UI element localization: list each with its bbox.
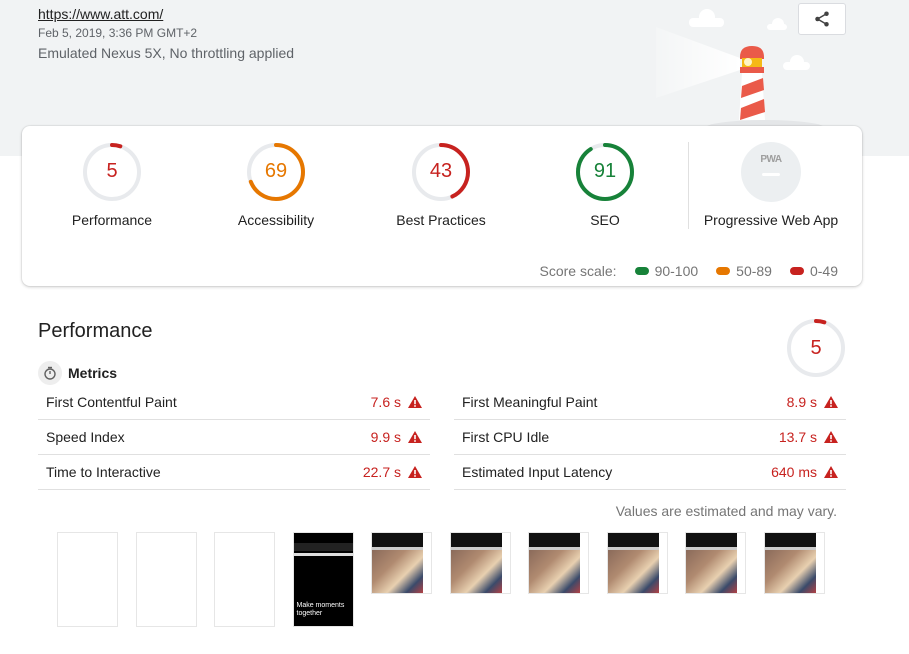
warning-triangle-icon — [408, 396, 422, 408]
gauge-seo[interactable]: 91 SEO — [530, 142, 680, 228]
warning-triangle-icon — [824, 466, 838, 478]
pass-dot-icon — [634, 267, 649, 275]
gauge-best-practices[interactable]: 43 Best Practices — [366, 142, 516, 228]
metric-row: Estimated Input Latency 640 ms — [454, 455, 846, 490]
scale-item-average: 50-89 — [716, 263, 772, 279]
gauge-label: Best Practices — [396, 212, 486, 228]
values-estimated-note: Values are estimated and may vary. — [615, 503, 837, 519]
metric-row: First CPU Idle 13.7 s — [454, 420, 846, 455]
metric-value: 640 ms — [771, 464, 817, 480]
gauge-label: Progressive Web App — [703, 212, 839, 228]
metric-value: 13.7 s — [778, 429, 817, 445]
metrics-header: Metrics — [38, 361, 117, 385]
lamp — [744, 58, 752, 66]
filmstrip-frame — [763, 532, 825, 594]
cloud-icon — [767, 18, 787, 30]
score-scale-legend: Score scale: 90-100 50-89 0-49 — [540, 263, 838, 279]
filmstrip-frame: Make moments together — [292, 532, 354, 627]
scale-item-fail: 0-49 — [789, 263, 838, 279]
metric-name: First Contentful Paint — [46, 394, 177, 410]
pwa-dash — [762, 173, 780, 176]
metrics-column-left: First Contentful Paint 7.6 s Speed Index… — [38, 385, 430, 490]
filmstrip: Make moments together — [57, 532, 842, 627]
share-icon — [815, 11, 829, 27]
warning-triangle-icon — [824, 396, 838, 408]
scale-range: 50-89 — [736, 263, 772, 279]
warning-triangle-icon — [408, 466, 422, 478]
metric-name: Estimated Input Latency — [462, 464, 613, 480]
pwa-badge-text: PWA — [760, 154, 782, 165]
filmstrip-frame — [528, 532, 589, 594]
metric-name: First CPU Idle — [462, 429, 550, 445]
gauge-score: 43 — [429, 160, 453, 182]
scores-summary-card: 5 Performance 69 Accessibility 43 Best P… — [22, 126, 862, 286]
light-beam — [656, 27, 740, 98]
pwa-badge-icon: PWA — [741, 142, 801, 202]
metric-value: 7.6 s — [370, 394, 401, 410]
gauge-accessibility[interactable]: 69 Accessibility — [201, 142, 351, 228]
gauge-label: Performance — [71, 212, 153, 228]
gauge-label: Accessibility — [237, 212, 315, 228]
metric-name: Speed Index — [46, 429, 125, 445]
metrics-title: Metrics — [68, 365, 118, 381]
average-dot-icon — [716, 267, 731, 275]
gauge-label: SEO — [590, 212, 620, 228]
gauge-performance[interactable]: 5 Performance — [37, 142, 187, 228]
lighthouse-roof — [740, 46, 764, 57]
scale-range: 90-100 — [654, 263, 699, 279]
share-button[interactable] — [798, 3, 846, 35]
filmstrip-frame — [135, 532, 197, 627]
gauge-pwa[interactable]: PWA Progressive Web App — [696, 142, 846, 228]
metrics-column-right: First Meaningful Paint 8.9 s First CPU I… — [454, 385, 846, 490]
report-url-link[interactable]: https://www.att.com/ — [38, 6, 163, 22]
filmstrip-frame — [449, 532, 511, 594]
gauge-score: 5 — [106, 160, 118, 182]
warning-triangle-icon — [824, 431, 838, 443]
filmstrip-frame — [685, 532, 746, 594]
metric-value: 8.9 s — [786, 394, 817, 410]
frame-photo — [450, 550, 502, 593]
metric-row: Time to Interactive 22.7 s — [38, 455, 430, 490]
scale-range: 0-49 — [809, 263, 838, 279]
warning-triangle-icon — [408, 431, 422, 443]
gauge-score: 5 — [810, 337, 822, 359]
frame-photo — [686, 550, 737, 593]
divider — [688, 142, 689, 229]
metric-row: First Meaningful Paint 8.9 s — [454, 385, 846, 420]
gauge-score: 91 — [593, 160, 617, 182]
metric-value: 22.7 s — [362, 464, 401, 480]
gauge-score: 69 — [264, 160, 288, 182]
fail-dot-icon — [789, 267, 804, 275]
metric-name: First Meaningful Paint — [462, 394, 598, 410]
frame-caption: Make moments together — [296, 602, 345, 617]
cloud-icon — [783, 55, 810, 70]
device-info: Emulated Nexus 5X, No throttling applied — [38, 45, 295, 61]
score-scale-label: Score scale: — [539, 263, 617, 279]
scale-item-pass: 90-100 — [634, 263, 699, 279]
report-date: Feb 5, 2019, 3:36 PM GMT+2 — [38, 26, 198, 40]
frame-photo — [764, 550, 816, 593]
performance-section-title: Performance — [38, 320, 153, 342]
frame-photo — [529, 550, 580, 593]
filmstrip-frame — [371, 532, 432, 594]
cloud-icon — [689, 9, 724, 27]
filmstrip-frame — [606, 532, 668, 594]
metric-row: Speed Index 9.9 s — [38, 420, 430, 455]
metric-name: Time to Interactive — [46, 464, 161, 480]
performance-score-gauge: 5 — [786, 318, 846, 378]
frame-photo — [607, 550, 659, 593]
filmstrip-frame — [214, 532, 275, 627]
stopwatch-icon — [38, 361, 62, 385]
frame-photo — [372, 550, 423, 593]
filmstrip-frame — [57, 532, 118, 627]
metric-row: First Contentful Paint 7.6 s — [38, 385, 430, 420]
metric-value: 9.9 s — [370, 429, 401, 445]
